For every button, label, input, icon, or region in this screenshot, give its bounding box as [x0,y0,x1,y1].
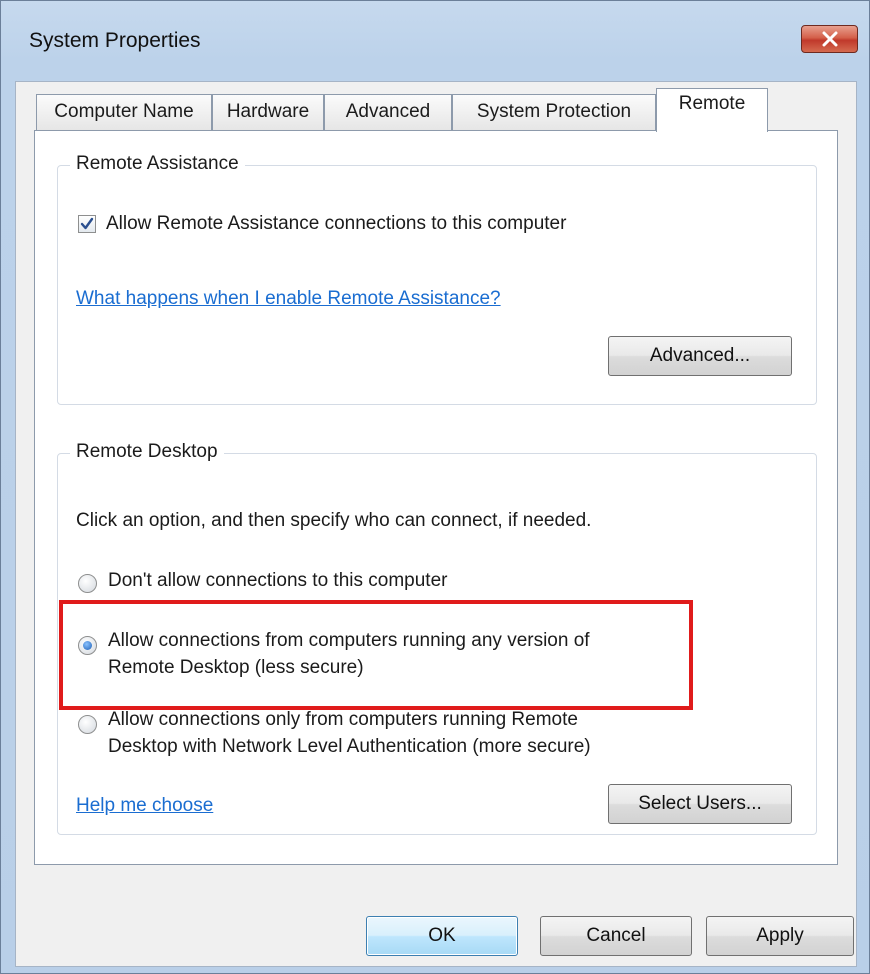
window-title: System Properties [29,29,201,52]
checkmark-icon [80,217,94,230]
tab-advanced[interactable]: Advanced [324,94,452,130]
remote-assistance-group: Remote Assistance Allow Remote Assistanc… [57,153,817,405]
radio-allow-nla-label-line1[interactable]: Allow connections only from computers ru… [108,709,578,731]
radio-allow-nla-label-line2[interactable]: Desktop with Network Level Authenticatio… [108,736,591,758]
allow-remote-assistance-checkbox[interactable] [78,215,96,233]
apply-button[interactable]: Apply [706,916,854,956]
remote-assistance-help-link[interactable]: What happens when I enable Remote Assist… [76,288,501,310]
tab-hardware[interactable]: Hardware [212,94,324,130]
radio-dont-allow-label[interactable]: Don't allow connections to this computer [108,570,447,592]
help-me-choose-link[interactable]: Help me choose [76,795,213,817]
advanced-button[interactable]: Advanced... [608,336,792,376]
remote-assistance-title: Remote Assistance [70,153,245,175]
remote-desktop-instruction: Click an option, and then specify who ca… [76,510,592,531]
ok-button[interactable]: OK [366,916,518,956]
select-users-button[interactable]: Select Users... [608,784,792,824]
allow-remote-assistance-label[interactable]: Allow Remote Assistance connections to t… [106,213,566,235]
highlight-annotation-box [59,600,693,710]
remote-tab-page: Remote Assistance Allow Remote Assistanc… [34,130,838,865]
tab-remote[interactable]: Remote [656,88,768,132]
remote-desktop-title: Remote Desktop [70,441,224,463]
radio-allow-nla-only[interactable] [78,715,97,734]
cancel-button[interactable]: Cancel [540,916,692,956]
title-bar[interactable]: System Properties [1,1,869,81]
close-icon [822,31,837,47]
close-button[interactable] [801,25,858,53]
system-properties-window: System Properties Computer Name Hardware… [0,0,870,974]
tab-system-protection[interactable]: System Protection [452,94,656,130]
radio-dont-allow[interactable] [78,574,97,593]
dialog-client-area: Computer Name Hardware Advanced System P… [15,81,857,967]
tab-computer-name[interactable]: Computer Name [36,94,212,130]
